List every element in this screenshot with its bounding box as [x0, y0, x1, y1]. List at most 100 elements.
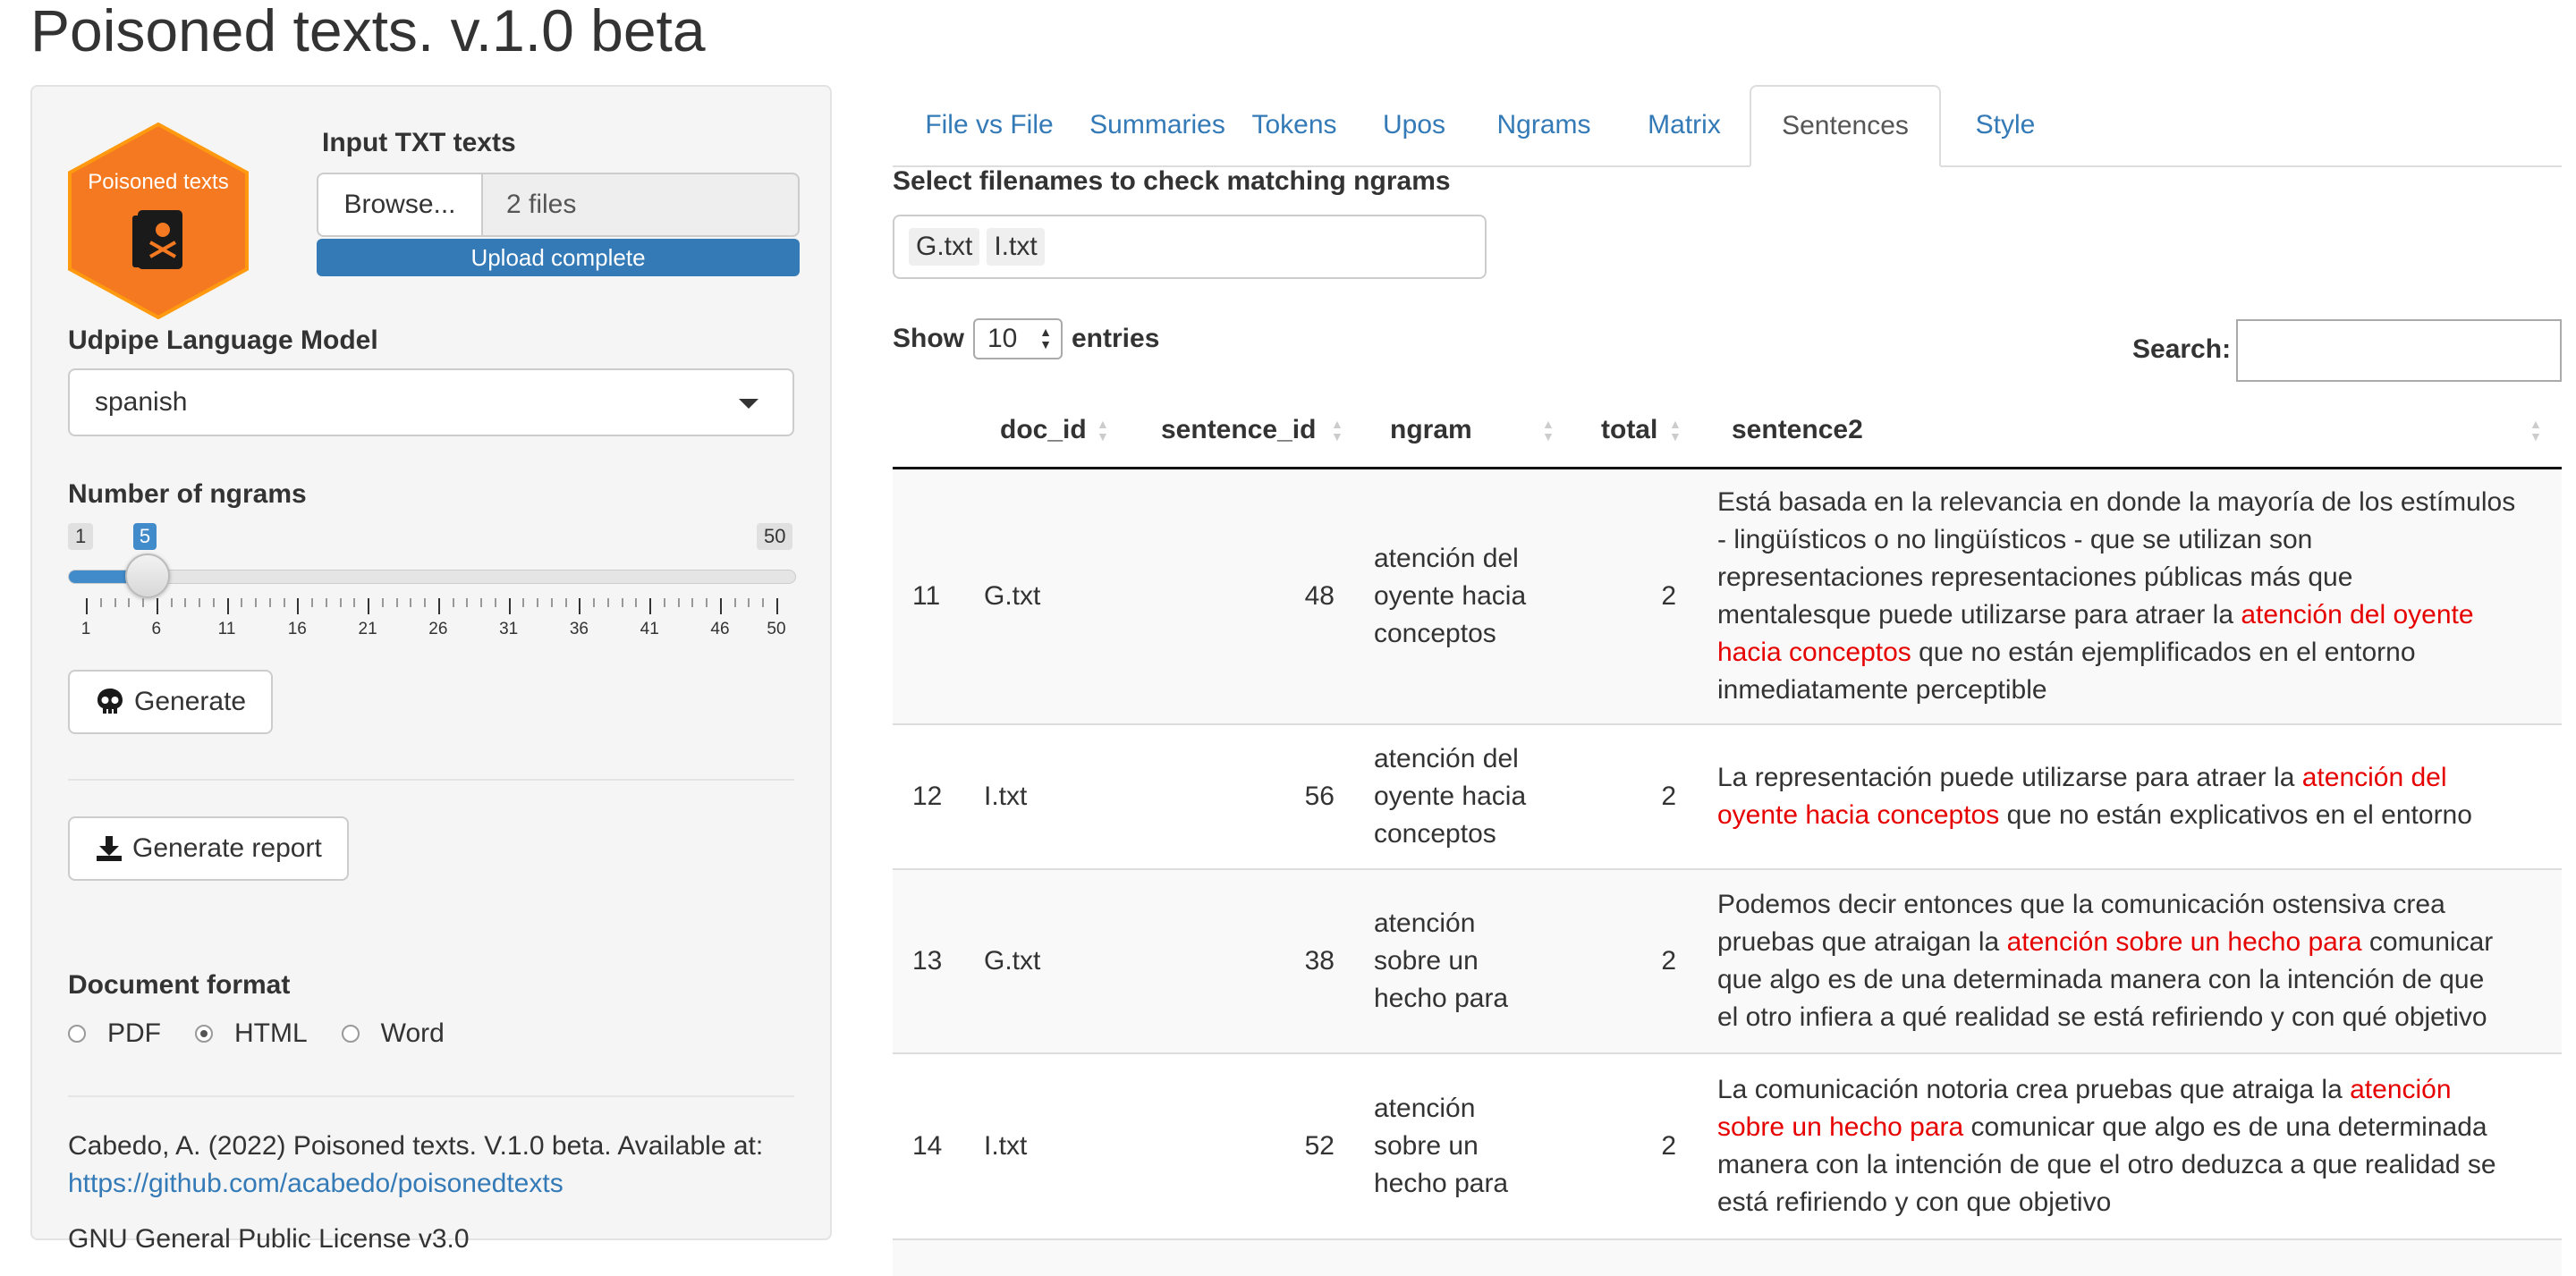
- sentence-text: que algo es de una determinada manera co…: [1717, 965, 2485, 994]
- browse-button[interactable]: Browse...: [317, 173, 483, 237]
- search-input[interactable]: [2236, 319, 2562, 382]
- filenames-select[interactable]: G.txt I.txt: [893, 215, 1487, 279]
- file-chip[interactable]: I.txt: [987, 228, 1045, 266]
- radio-circle[interactable]: [341, 1025, 360, 1043]
- slider-tick: [776, 598, 778, 614]
- tabs-bar: File vs File Summaries Tokens Upos Ngrams Mat…: [893, 85, 2562, 167]
- row-number-cell: 11: [912, 581, 941, 611]
- slider-tick: [649, 598, 652, 614]
- tab-sentences[interactable]: Sentences: [1750, 85, 1941, 167]
- poisoned-texts-logo: Poisoned texts: [68, 123, 249, 319]
- ngram-line: oyente hacia: [1374, 581, 1527, 611]
- tab-summaries[interactable]: Summaries: [1086, 85, 1229, 165]
- sentence-line: pruebas que atraigan la atención sobre u…: [1717, 924, 2493, 961]
- slider-tick-label: 1: [80, 620, 91, 638]
- ngram-line: oyente hacia: [1374, 782, 1527, 811]
- udpipe-model-select[interactable]: spanish: [68, 368, 794, 436]
- ngrams-slider-handle[interactable]: [125, 553, 170, 598]
- document-format-radios: PDF HTML Word: [68, 1018, 479, 1049]
- slider-tick: [494, 598, 496, 607]
- poison-book-icon: [132, 210, 182, 269]
- slider-tick-label: 26: [428, 620, 448, 638]
- slider-tick: [480, 598, 483, 607]
- row-number-cell: 14: [912, 1131, 943, 1161]
- github-link[interactable]: https://github.com/acabedo/poisonedtexts: [68, 1169, 564, 1198]
- slider-tick: [424, 598, 427, 607]
- tab-tokens[interactable]: Tokens: [1229, 85, 1360, 165]
- slider-tick: [212, 598, 215, 607]
- upload-progress-bar: Upload complete: [317, 239, 800, 276]
- slider-tick: [522, 598, 525, 607]
- sidebar-panel: Poisoned texts Input TXT texts Browse...…: [30, 85, 832, 1254]
- column-header-sentence_id[interactable]: sentence_id: [1161, 393, 1316, 467]
- upload-status: Upload complete: [470, 243, 646, 271]
- tab-ngrams[interactable]: Ngrams: [1469, 85, 1619, 165]
- sentence-id-cell: 56: [1304, 782, 1335, 811]
- sort-icon[interactable]: ▲ ▼: [2529, 418, 2542, 443]
- download-icon: [97, 836, 122, 861]
- search-label: Search:: [2132, 334, 2232, 364]
- radio-circle[interactable]: [195, 1025, 213, 1043]
- column-header-sentence2[interactable]: sentence2: [1732, 393, 1863, 467]
- ngram-line: atención: [1374, 908, 1476, 938]
- sentence-cell: Está basada en la relevancia en donde la…: [1717, 469, 2544, 723]
- ngram-cell: atención sobre un hecho para: [1374, 1054, 1553, 1238]
- doc-id-cell: G.txt: [984, 946, 1041, 976]
- tab-upos[interactable]: Upos: [1360, 85, 1469, 165]
- sentence-text: La representación puede utilizarse para …: [1717, 763, 2302, 792]
- slider-tick: [142, 598, 145, 607]
- file-chip[interactable]: G.txt: [909, 228, 980, 266]
- slider-tick: [635, 598, 638, 607]
- ngram-line: conceptos: [1374, 619, 1496, 648]
- tab-matrix[interactable]: Matrix: [1619, 85, 1750, 165]
- ngram-cell: atención del oyente hacia conceptos: [1374, 469, 1553, 723]
- ngram-highlight: atención: [2350, 1075, 2452, 1104]
- selected-files-field: 2 files: [483, 173, 800, 237]
- column-header-total[interactable]: total: [1601, 393, 1657, 467]
- generate-button[interactable]: Generate: [68, 670, 274, 734]
- sort-icon[interactable]: ▲ ▼: [1331, 418, 1343, 443]
- ngram-highlight: atención sobre un hecho para: [2006, 927, 2362, 957]
- ngram-highlight: atención del oyente: [2241, 600, 2474, 630]
- radio-label: PDF: [107, 1018, 161, 1048]
- slider-tick: [255, 598, 258, 607]
- sentence-line: Podemos decir entonces que la comunicaci…: [1717, 886, 2493, 924]
- slider-tick-label: 11: [217, 620, 236, 638]
- tab-file-vs-file[interactable]: File vs File: [893, 85, 1086, 165]
- ngram-line: atención: [1374, 1094, 1476, 1123]
- sentence-line: La representación puede utilizarse para …: [1717, 759, 2472, 797]
- ngrams-slider-track[interactable]: [68, 570, 796, 584]
- sort-icon[interactable]: ▲ ▼: [1542, 418, 1555, 443]
- format-radio-word[interactable]: Word: [341, 1018, 445, 1049]
- slider-tick: [733, 598, 736, 607]
- sentence-cell: Podemos decir entonces que la comunicaci…: [1717, 870, 2544, 1052]
- radio-circle[interactable]: [68, 1025, 86, 1043]
- input-texts-label: Input TXT texts: [322, 128, 516, 157]
- citation-text: Cabedo, A. (2022) Poisoned texts. V.1.0 …: [68, 1131, 764, 1161]
- entries-select[interactable]: 10 ▲ ▼: [973, 318, 1063, 359]
- udpipe-model-value: spanish: [95, 387, 188, 417]
- slider-tick-label: 41: [640, 620, 659, 638]
- sentence-text: inmediatamente perceptible: [1717, 675, 2047, 705]
- sentence-text: La comunicación notoria crea pruebas que…: [1717, 1075, 2351, 1104]
- slider-tick-label: 21: [358, 620, 377, 638]
- sentence-text: está refiriendo y con que objetivo: [1717, 1187, 2112, 1217]
- sort-icon[interactable]: ▲ ▼: [1097, 418, 1109, 443]
- generate-report-button[interactable]: Generate report: [68, 816, 349, 881]
- ngram-highlight: hacia conceptos: [1717, 638, 1911, 667]
- column-header-ngram[interactable]: ngram: [1390, 393, 1472, 467]
- sentence-line: el otro infiera a qué realidad se está r…: [1717, 999, 2493, 1036]
- column-header-doc_id[interactable]: doc_id: [1000, 393, 1087, 467]
- table-body: 11 G.txt 48 2 atención del oyente hacia concep…: [893, 469, 2562, 1276]
- total-cell: 2: [1661, 581, 1676, 611]
- format-radio-html[interactable]: HTML: [195, 1018, 308, 1049]
- format-radio-pdf[interactable]: PDF: [68, 1018, 161, 1049]
- sort-icon[interactable]: ▲ ▼: [1669, 418, 1682, 443]
- table-row: [893, 1240, 2562, 1276]
- tab-style[interactable]: Style: [1941, 85, 2070, 165]
- sentence-line: La comunicación notoria crea pruebas que…: [1717, 1071, 2496, 1109]
- slider-tick: [719, 598, 722, 614]
- sentence-line: manera con la intención de que el otro d…: [1717, 1146, 2496, 1184]
- slider-tick: [466, 598, 469, 607]
- slider-tick: [706, 598, 708, 607]
